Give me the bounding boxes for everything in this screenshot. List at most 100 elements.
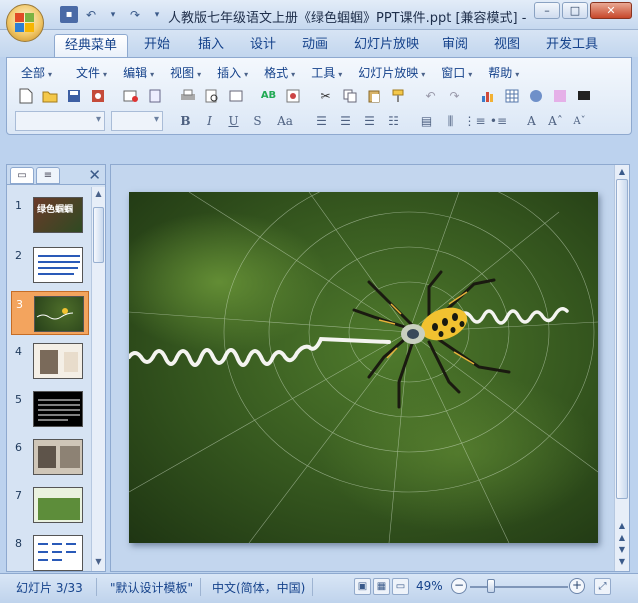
scroll-down-icon[interactable]: ▼ xyxy=(93,557,104,569)
scroll-up-icon[interactable]: ▲ xyxy=(93,189,104,201)
underline-button[interactable]: U xyxy=(223,111,244,131)
menu-insert[interactable]: 插入 ▾ xyxy=(209,63,256,83)
zoom-slider-track[interactable] xyxy=(470,586,568,588)
redo-icon[interactable]: ↷ xyxy=(444,85,465,106)
color-icon[interactable] xyxy=(549,85,570,106)
undo-icon[interactable]: ↶ xyxy=(82,6,100,23)
close-button[interactable]: ✕ xyxy=(590,2,632,19)
slide-thumbnail[interactable]: 5 xyxy=(11,387,89,431)
slide-thumbnail[interactable]: 8 xyxy=(11,531,89,571)
fit-to-window-icon[interactable]: ⤢ xyxy=(594,578,611,595)
menu-all[interactable]: 全部 ▾ xyxy=(13,63,60,83)
close-icon[interactable]: ✕ xyxy=(88,166,101,184)
save-icon[interactable]: ▪ xyxy=(60,6,78,23)
tab-outline[interactable]: ≡ xyxy=(36,167,60,184)
menu-file[interactable]: 文件 ▾ xyxy=(68,63,115,83)
open-folder-icon[interactable] xyxy=(39,85,60,106)
zoom-in-button[interactable]: + xyxy=(569,578,585,594)
menu-slideshow[interactable]: 幻灯片放映 ▾ xyxy=(350,63,433,83)
maximize-button[interactable]: □ xyxy=(562,2,588,19)
tab-developer[interactable]: 开发工具 xyxy=(536,34,608,57)
chart-icon[interactable] xyxy=(477,85,498,106)
tab-insert[interactable]: 插入 xyxy=(188,34,234,57)
display-icon[interactable] xyxy=(573,85,594,106)
zoom-out-button[interactable]: − xyxy=(451,578,467,594)
qat-dropdown-icon[interactable]: ▾ xyxy=(104,6,122,23)
menu-view[interactable]: 视图 ▾ xyxy=(162,63,209,83)
scroll-thumb[interactable] xyxy=(616,179,628,499)
slide-thumbnail[interactable]: 2 xyxy=(11,243,89,287)
justify-icon[interactable]: ☷ xyxy=(383,111,404,131)
language-indicator[interactable]: 中文(简体，中国) xyxy=(212,579,305,596)
research-icon[interactable] xyxy=(282,85,303,106)
current-slide[interactable] xyxy=(129,192,598,543)
font-name-combo[interactable] xyxy=(15,111,105,131)
print-preview-icon[interactable] xyxy=(201,85,222,106)
menu-help[interactable]: 帮助 ▾ xyxy=(480,63,527,83)
slideshow-view-icon[interactable]: ▭ xyxy=(392,578,409,595)
text-direction-icon[interactable]: ⫼ xyxy=(440,111,461,131)
email-icon[interactable] xyxy=(120,85,141,106)
slide-area-scrollbar[interactable]: ▲ ▲ ▲ ▼ ▼ xyxy=(614,165,629,571)
tab-home[interactable]: 开始 xyxy=(134,34,180,57)
italic-button[interactable]: I xyxy=(199,111,220,131)
spelling-icon[interactable]: AB xyxy=(258,85,279,106)
scroll-up-icon[interactable]: ▲ xyxy=(616,167,628,176)
shadow-button[interactable]: S xyxy=(247,111,268,131)
next-slide-icon[interactable]: ▼ xyxy=(616,545,628,554)
scroll-thumb[interactable] xyxy=(93,207,104,263)
paste-icon[interactable] xyxy=(363,85,384,106)
align-center-icon[interactable]: ☰ xyxy=(335,111,356,131)
slides-panel-scrollbar[interactable]: ▲ ▼ xyxy=(91,187,105,571)
office-button[interactable] xyxy=(6,4,44,42)
tab-classic-menu[interactable]: 经典菜单 xyxy=(54,34,129,57)
shrink-font-icon[interactable]: Aˇ xyxy=(569,111,590,131)
minimize-button[interactable]: – xyxy=(534,2,560,19)
qat-customize-icon[interactable]: ▾ xyxy=(148,6,166,23)
previous-slide-icon[interactable]: ▲ xyxy=(616,533,628,542)
slide-view-icon[interactable] xyxy=(225,85,246,106)
tab-design[interactable]: 设计 xyxy=(240,34,286,57)
grow-font-icon[interactable]: Aˆ xyxy=(545,111,566,131)
align-left-icon[interactable]: ☰ xyxy=(311,111,332,131)
menu-edit[interactable]: 编辑 ▾ xyxy=(115,63,162,83)
copy-icon[interactable] xyxy=(339,85,360,106)
change-case-button[interactable]: Aa xyxy=(271,111,299,131)
align-right-icon[interactable]: ☰ xyxy=(359,111,380,131)
next-slide-icon[interactable]: ▼ xyxy=(616,557,628,566)
menu-window[interactable]: 窗口 ▾ xyxy=(433,63,480,83)
menu-format[interactable]: 格式 ▾ xyxy=(256,63,303,83)
tab-view[interactable]: 视图 xyxy=(484,34,530,57)
zoom-level[interactable]: 49% xyxy=(416,579,443,593)
slide-thumbnail[interactable]: 7 xyxy=(11,483,89,527)
previous-slide-icon[interactable]: ▲ xyxy=(616,521,628,530)
slide-thumbnail[interactable]: 3 xyxy=(11,291,89,335)
slide-thumbnail[interactable]: 4 xyxy=(11,339,89,383)
save-icon[interactable] xyxy=(63,85,84,106)
slide-thumbnail[interactable]: 1 绿色蝈蝈 xyxy=(11,193,89,237)
tab-slideshow[interactable]: 幻灯片放映 xyxy=(344,34,429,57)
bold-button[interactable]: B xyxy=(175,111,196,131)
tab-slides[interactable]: ▭ xyxy=(10,167,34,184)
columns-icon[interactable]: ▤ xyxy=(416,111,437,131)
tab-animation[interactable]: 动画 xyxy=(292,34,338,57)
menu-tools[interactable]: 工具 ▾ xyxy=(303,63,350,83)
permission-icon[interactable] xyxy=(87,85,108,106)
format-painter-icon[interactable] xyxy=(387,85,408,106)
undo-icon[interactable]: ↶ xyxy=(420,85,441,106)
insert-picture-icon[interactable] xyxy=(525,85,546,106)
redo-icon[interactable]: ↷ xyxy=(126,6,144,23)
font-size-combo[interactable] xyxy=(111,111,163,131)
font-color-icon[interactable]: A xyxy=(521,111,542,131)
new-document-icon[interactable] xyxy=(15,85,36,106)
table-icon[interactable] xyxy=(501,85,522,106)
numbering-icon[interactable]: ⋮≡ xyxy=(463,111,485,131)
slide-thumbnail[interactable]: 6 xyxy=(11,435,89,479)
cut-icon[interactable]: ✂ xyxy=(315,85,336,106)
bullets-icon[interactable]: •≡ xyxy=(488,111,509,131)
tab-review[interactable]: 审阅 xyxy=(432,34,478,57)
attach-icon[interactable] xyxy=(144,85,165,106)
print-icon[interactable] xyxy=(177,85,198,106)
zoom-slider-thumb[interactable] xyxy=(487,579,495,593)
normal-view-icon[interactable]: ▣ xyxy=(354,578,371,595)
